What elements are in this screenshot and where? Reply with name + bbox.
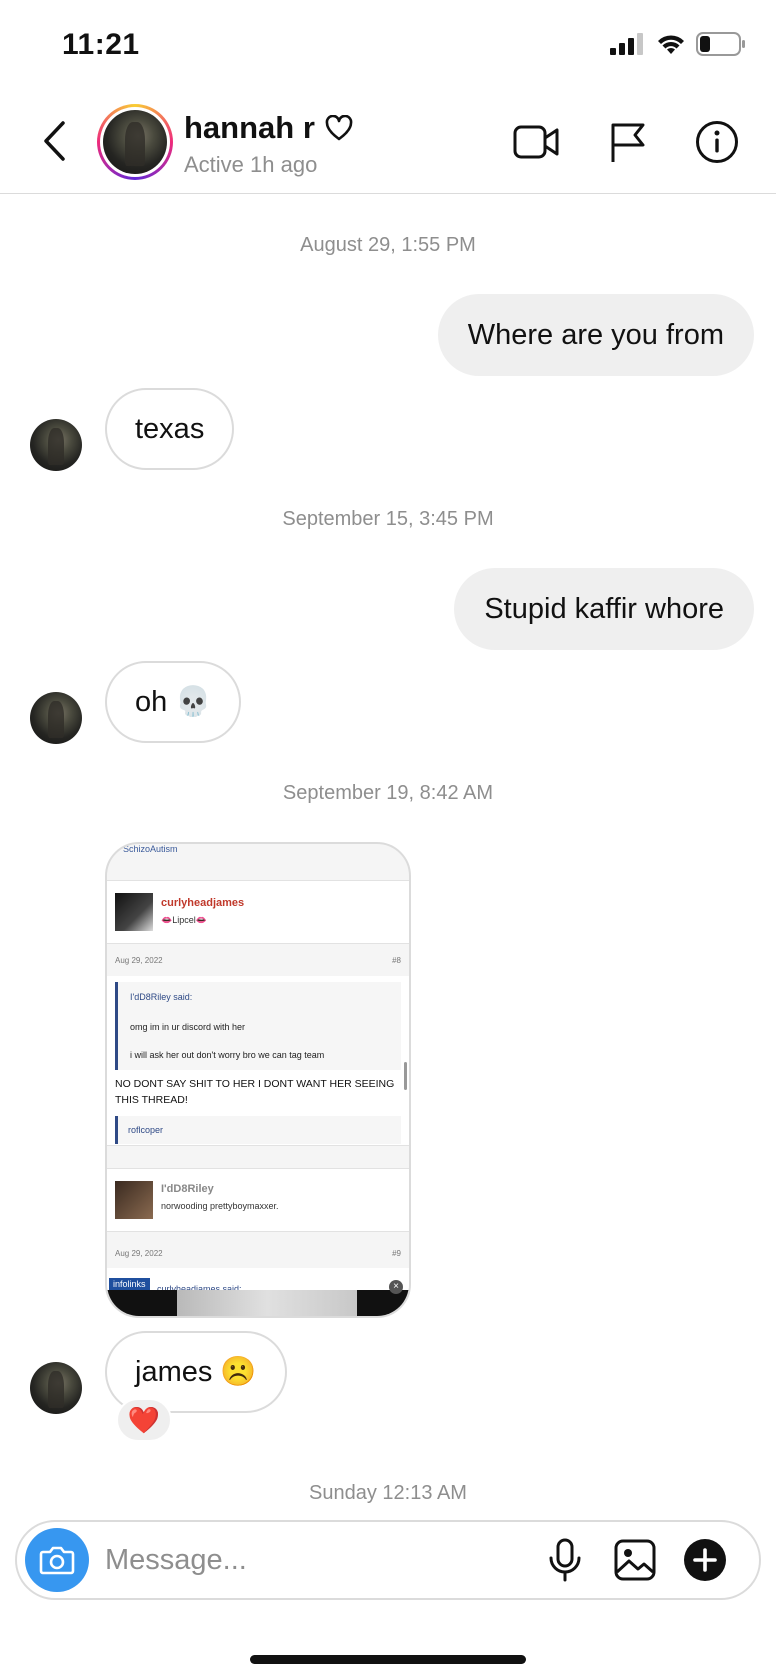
battery-icon	[696, 32, 745, 56]
forum-reaction: roflcoper	[115, 1116, 401, 1144]
chat-header: hannah r Active 1h ago	[0, 92, 776, 194]
forum-ad-banner: infolinks ×	[107, 1278, 409, 1316]
plus-circle-icon	[684, 1539, 726, 1581]
report-button[interactable]	[604, 118, 652, 166]
forum-quote-line: i will ask her out don't worry bro we ca…	[130, 1050, 325, 1060]
cellular-signal-icon	[610, 33, 643, 55]
camera-icon	[39, 1546, 75, 1575]
sender-avatar[interactable]	[30, 1362, 82, 1414]
forum-post-number: #9	[392, 1249, 401, 1258]
heart-outline-icon	[325, 115, 353, 141]
close-icon: ×	[389, 1280, 403, 1294]
message-reaction[interactable]: ❤️	[116, 1398, 172, 1442]
message-outgoing[interactable]: Where are you from	[437, 294, 754, 376]
forum-quote-author: I'dD8Riley said:	[130, 992, 193, 1002]
info-button[interactable]	[693, 118, 741, 166]
ad-photo	[177, 1290, 357, 1316]
timestamp: August 29, 1:55 PM	[300, 234, 476, 256]
image-icon	[614, 1539, 656, 1581]
contact-avatar[interactable]	[97, 104, 173, 180]
contact-name-label: hannah r	[184, 110, 315, 145]
forum-post-body: I'dD8Riley said: omg im in ur discord wi…	[107, 976, 409, 1146]
video-camera-icon	[513, 125, 559, 159]
forum-quote: I'dD8Riley said: omg im in ur discord wi…	[115, 982, 401, 1070]
gallery-button[interactable]	[611, 1536, 659, 1584]
forum-user-avatar	[115, 893, 153, 931]
chevron-left-icon	[44, 121, 65, 161]
flag-icon	[611, 123, 645, 162]
forum-post-text: NO DONT SAY SHIT TO HER I DONT WANT HER …	[115, 1078, 395, 1106]
forum-post-header: curlyheadjames 👄Lipcel👄	[107, 880, 409, 944]
status-time: 11:21	[62, 28, 140, 61]
forum-scrollbar	[404, 1062, 407, 1090]
forum-username: I'dD8Riley	[161, 1183, 214, 1195]
status-icons	[610, 32, 746, 56]
video-call-button[interactable]	[512, 118, 560, 166]
status-bar: 11:21	[0, 0, 776, 92]
message-outgoing[interactable]: Stupid kaffir whore	[454, 568, 754, 650]
forum-post-date: Aug 29, 2022	[115, 956, 163, 965]
forum-quote-line: omg im in ur discord with her	[130, 1022, 246, 1032]
voice-message-button[interactable]	[541, 1536, 589, 1584]
microphone-icon	[549, 1538, 581, 1582]
sender-avatar[interactable]	[30, 419, 82, 471]
forum-screenshot: SchizoAutism curlyheadjames 👄Lipcel👄 Aug…	[107, 844, 409, 1316]
message-incoming[interactable]: oh 💀	[105, 661, 242, 743]
forum-user-tag: norwooding prettyboymaxxer.	[161, 1201, 279, 1211]
active-status: Active 1h ago	[184, 152, 318, 177]
timestamp: September 19, 8:42 AM	[282, 782, 494, 804]
home-indicator	[250, 1655, 526, 1664]
timestamp: September 15, 3:45 PM	[282, 508, 494, 530]
forum-post-header: I'dD8Riley norwooding prettyboymaxxer.	[107, 1168, 409, 1232]
message-composer	[15, 1520, 761, 1600]
forum-username: curlyheadjames	[161, 897, 245, 909]
forum-post-date: Aug 29, 2022	[115, 1249, 163, 1258]
message-input[interactable]	[105, 1536, 485, 1584]
shared-image-message[interactable]: SchizoAutism curlyheadjames 👄Lipcel👄 Aug…	[105, 842, 411, 1318]
contact-name[interactable]: hannah r	[184, 110, 353, 146]
info-icon	[696, 121, 738, 163]
forum-post-number: #8	[392, 956, 401, 965]
camera-button[interactable]	[25, 1528, 89, 1592]
wifi-icon	[658, 35, 684, 54]
forum-user-avatar	[115, 1181, 153, 1219]
forum-top-strip: SchizoAutism	[123, 844, 178, 854]
forum-user-tag: 👄Lipcel👄	[161, 915, 207, 925]
message-incoming[interactable]: texas	[105, 388, 235, 470]
timestamp: Sunday 12:13 AM	[309, 1482, 467, 1504]
sender-avatar[interactable]	[30, 692, 82, 744]
ad-label: infolinks	[109, 1278, 150, 1290]
avatar-photo	[103, 110, 167, 174]
back-button[interactable]	[36, 114, 72, 168]
more-options-button[interactable]	[681, 1536, 729, 1584]
